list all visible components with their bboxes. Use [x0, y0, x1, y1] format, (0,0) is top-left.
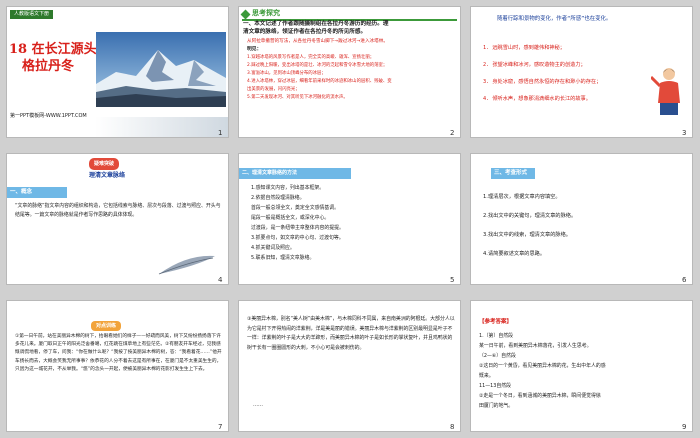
answer-header: 【参考答案】 — [479, 319, 513, 325]
exam-item: 2.找出文中的关键句，理清文章的脉络。 — [483, 213, 577, 219]
diamond-icon — [240, 9, 251, 20]
footer-graphic — [95, 117, 228, 137]
slide-title: 18 在长江源头 格拉丹冬 — [9, 41, 97, 75]
exam-item: 4.请简要叙述文章的思路。 — [483, 251, 546, 257]
slide-header: 随着行踪和景物的变化，作者“所感”也在变化。 — [497, 16, 612, 22]
section-heading: 一、概念 — [7, 187, 67, 198]
answer-line: 慨来。 — [479, 373, 494, 379]
answer-line: 2.踩过晚上阳暖，变出冰塔的是壮、冰河的泛起和雪令冰雪大地的荡室； — [247, 63, 388, 68]
answer-line: ②走是一个冬日，看到涵城的美丽异木棉，瞬间便觉得徐 — [479, 393, 601, 399]
practice-tag: 对点训练 — [91, 321, 122, 331]
slide-number: 1 — [218, 129, 223, 137]
answer-line: 1.穿越冰塔的风景写作者是人，完全实的高峻、雄浑、宣扬壮丽； — [247, 55, 375, 60]
method-item: 尾段一般是概括全文，或深化中心。 — [251, 215, 330, 221]
slide-1[interactable]: 人教版语文下册 18 在长江源头 格拉丹冬 第一PPT模板网-WWW.1PPT.… — [6, 6, 229, 138]
answer-line: 1.（第）自然段 — [479, 333, 514, 339]
question-line-1: 一、本文记述了作者跟随摄制组在各拉丹冬游历的经历。理 — [243, 21, 389, 27]
slide-7[interactable]: 对点训练 ①第一日午前，站在美丽异木棉的树下，抬眼看她们的样子——好疏而风美，树… — [6, 300, 229, 432]
answer-line: 4.进入冰塔林，穿过冰层，细看年前采样时的冰迹和冰山的层积、残破、变 — [247, 79, 392, 84]
footer-text: 第一PPT模板网-WWW.1PPT.COM — [10, 113, 87, 119]
slide-number: 5 — [450, 276, 455, 284]
tag-text-mid: 突破 — [104, 161, 115, 167]
section-heading: 二、理清文章脉络的方法 — [239, 168, 351, 179]
slide-8[interactable]: ③美丽异木棉，别名“美人树”由美木棉”，与木棉同科不同属，来自南美洲的阿根廷。大… — [238, 300, 461, 432]
answer-line: 3.富溢冰山，见到冰山顶峰分布的冰层； — [247, 71, 326, 76]
list-item: 3. 身处冰窟，感悟自然永恒的存在和渺小的存在； — [483, 79, 602, 85]
method-item: 2.依据自然段理清脉络。 — [251, 195, 305, 201]
topic-tag: 疑难突破 — [89, 158, 119, 170]
list-item: 1. 远眺雪山时，感到雄伟和神秘； — [483, 45, 565, 51]
slide-6[interactable]: 三、考查形式 1.理清层次，根据文章内容填空。 2.找出文中的关键句，理清文章的… — [470, 153, 693, 285]
slide-number: 7 — [218, 423, 223, 431]
answer-line: 5.第二天发现冰河、对其听见下冰河融化的流水声。 — [247, 95, 348, 100]
feather-decoration — [157, 252, 217, 278]
slide-2[interactable]: 思考探究 一、本文记述了作者跟随摄制组在各拉丹冬游历的经历。理 清文章的脉络，领… — [238, 6, 461, 138]
method-item: 5.联系旧知，理清文章脉络。 — [251, 255, 315, 261]
answer-line: 11—13自然段 — [479, 383, 512, 389]
slide-3[interactable]: 随着行踪和景物的变化，作者“所感”也在变化。 1. 远眺雪山时，感到雄伟和神秘；… — [470, 6, 693, 138]
method-item: 4.抓关键词及照应。 — [251, 245, 295, 251]
passage-paragraph: ①第一日午前，站在美丽异木棉的树下，抬眼看她们的样子——好疏而风美，树下又纷纷扬… — [15, 334, 222, 372]
answer-line: 出美景的发展，闪闪亮光； — [247, 87, 300, 92]
exam-item: 3.找出文中的线索，理清文章的脉络。 — [483, 232, 571, 238]
slide-number: 9 — [682, 423, 687, 431]
passage-paragraph: ③美丽异木棉，别名“美人树”由美木棉”，与木棉同科不同属，来自南美洲的阿根廷。大… — [247, 316, 455, 351]
slide-number: 3 — [682, 129, 687, 137]
method-item: 首段一般总领全文，奠定全文感情基调。 — [251, 205, 340, 211]
method-item: 过渡段，是一条纽带主章整体内容的提提。 — [251, 225, 344, 231]
method-item: 3.抓要点句，如文章的中心句、过渡句等。 — [251, 235, 344, 241]
mountain-image — [96, 32, 226, 107]
exam-item: 1.理清层次，根据文章内容填空。 — [483, 194, 561, 200]
slide-number: 2 — [450, 129, 455, 137]
route-text: 从阿拉草撤营的写法，从各拉丹冬雪山脚下→跋过冰河→进入冰塔林。 — [247, 39, 388, 44]
list-item: 4. 倾听水声，想象那涓滴细水的长江的故事。 — [483, 96, 591, 102]
section-heading: 三、考查形式 — [491, 168, 535, 179]
slide-9[interactable]: 【参考答案】 1.（第）自然段 某一日午前，看到美丽异木棉落花，引发人生思考。 … — [470, 300, 693, 432]
list-item: 2. 张望冰峰和冰河，感叹造物主的创造力； — [483, 62, 586, 68]
ellipsis-text: …… — [253, 402, 263, 408]
slide-badge: 人教版语文下册 — [10, 10, 54, 19]
question-line-2: 清文章的脉络，领证作者在各拉丹冬的所见所感。 — [243, 29, 367, 35]
answer-line: 田厦门的地气。 — [479, 403, 514, 409]
answer-line: 某一日午前，看到美丽异木棉落花，引发人生思考。 — [479, 343, 592, 349]
answer-line: ②这日的一个黄昏，看见美丽异木棉的花，生出中年人的感 — [479, 363, 606, 369]
teacher-illustration — [649, 65, 685, 117]
slide-subtitle: 理清文章脉络 — [89, 172, 126, 179]
concept-paragraph: “文章的脉络”指文章内容的组织和构造，它包括线索与脉络、层次与段落、过渡与照应、… — [15, 203, 221, 218]
method-item: 1.感知课文内容，列出基本框架。 — [251, 185, 325, 191]
tag-text-top: 疑难 — [93, 161, 104, 167]
slide-4[interactable]: 疑难突破 理清文章脉络 一、概念 “文章的脉络”指文章内容的组织和构造，它包括线… — [6, 153, 229, 285]
title-line-2: 格拉丹冬 — [21, 59, 74, 74]
slide-5[interactable]: 二、理清文章脉络的方法 1.感知课文内容，列出基本框架。 2.依据自然段理清脉络… — [238, 153, 461, 285]
title-line-1: 18 在长江源头 — [9, 42, 97, 57]
answer-label: 明见： — [247, 47, 262, 52]
answer-line: （2—⑥）自然段 — [479, 353, 516, 359]
slide-number: 4 — [218, 276, 223, 284]
section-header: 思考探究 — [252, 9, 280, 17]
slide-number: 8 — [450, 423, 455, 431]
slide-number: 6 — [682, 276, 687, 284]
